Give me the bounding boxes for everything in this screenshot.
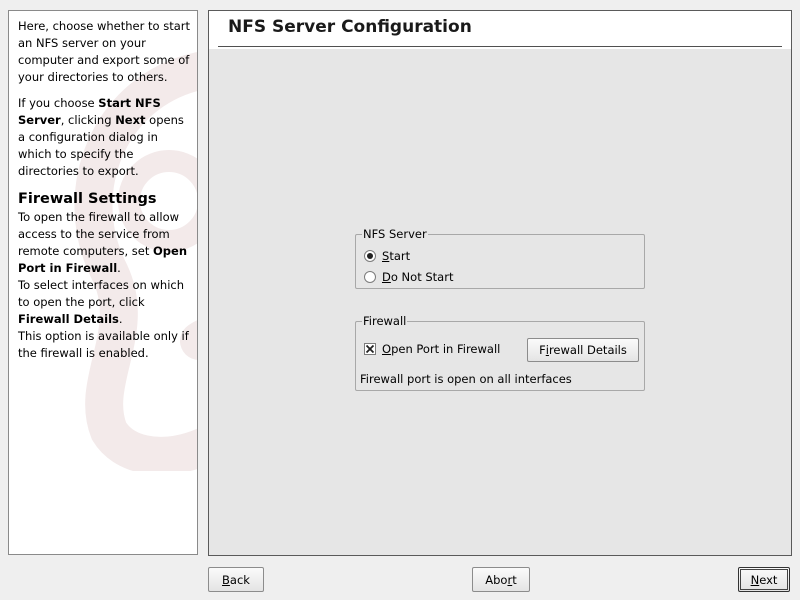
- start-radio[interactable]: [364, 250, 376, 262]
- do-not-start-radio-option[interactable]: Do Not Start: [364, 270, 453, 284]
- abort-button[interactable]: Abo r t: [472, 567, 530, 592]
- do-not-start-label: Do Not Start: [382, 270, 454, 284]
- start-radio-option[interactable]: Start: [364, 249, 410, 263]
- back-button[interactable]: Back: [208, 567, 264, 592]
- help-intro: Here, choose whether to start an NFS ser…: [18, 19, 191, 84]
- help-text: Here, choose whether to start an NFS ser…: [9, 11, 197, 362]
- start-label: Start: [382, 249, 411, 263]
- nfs-server-group: NFS Server Start Do Not Start: [355, 227, 645, 289]
- firewall-legend: Firewall: [363, 314, 407, 328]
- title-divider: [218, 46, 782, 47]
- help-firewall-paragraph: To open the firewall to allow access to …: [18, 210, 188, 275]
- help-interfaces-paragraph: To select interfaces on which to open th…: [18, 278, 185, 326]
- help-firewall-heading: Firewall Settings: [18, 191, 157, 207]
- next-button[interactable]: Next: [738, 567, 790, 592]
- x-check-icon: [366, 345, 374, 353]
- open-port-checkbox-option[interactable]: Open Port in Firewall: [364, 342, 500, 356]
- open-port-label: Open Port in Firewall: [382, 342, 501, 356]
- firewall-details-button[interactable]: Fi rewall Details: [527, 338, 639, 362]
- main-panel: NFS Server Configuration NFS Server Star…: [208, 10, 792, 556]
- help-start-paragraph: If you choose Start NFS Server, clicking…: [18, 96, 184, 178]
- firewall-status-text: Firewall port is open on all interfaces: [360, 372, 572, 386]
- title-bar: NFS Server Configuration: [209, 11, 791, 49]
- page-title: NFS Server Configuration: [228, 17, 472, 37]
- help-panel: Here, choose whether to start an NFS ser…: [8, 10, 198, 555]
- nfs-server-legend: NFS Server: [363, 227, 427, 241]
- firewall-group: Firewall Open Port in Firewall Fi rewall …: [355, 314, 645, 391]
- open-port-checkbox[interactable]: [364, 343, 376, 355]
- help-availability-paragraph: This option is available only if the fir…: [18, 329, 189, 360]
- do-not-start-radio[interactable]: [364, 271, 376, 283]
